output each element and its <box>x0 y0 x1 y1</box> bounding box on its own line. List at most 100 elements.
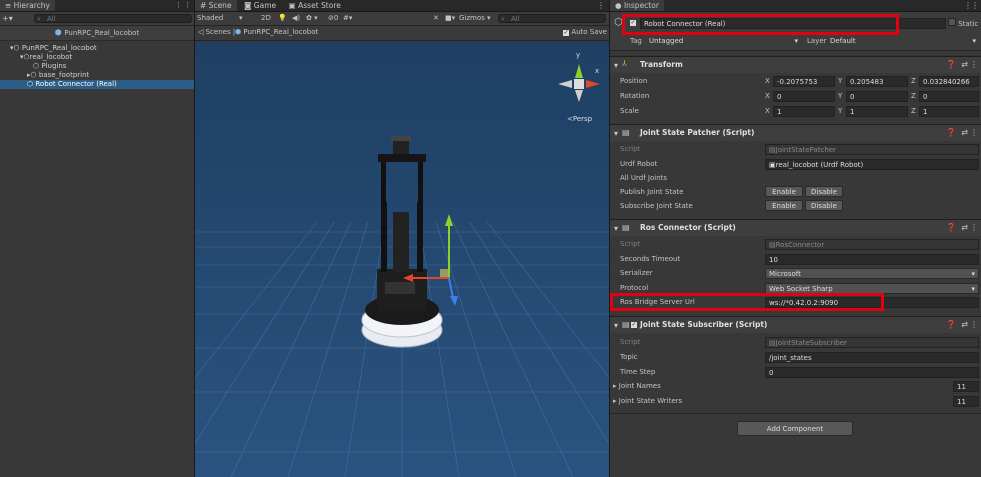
publish-disable-button[interactable]: Disable <box>805 186 843 197</box>
help-icon[interactable]: ❓ <box>946 223 956 232</box>
2d-toggle[interactable]: 2D <box>261 13 271 24</box>
jsp-script-label: Script <box>620 145 641 153</box>
tab-inspector[interactable]: ● Inspector <box>610 0 664 11</box>
tag-dropdown[interactable]: Untagged ▾ <box>646 36 801 47</box>
pos-y-axis: Y <box>838 77 843 85</box>
rotation-y-field[interactable]: 0 <box>846 91 908 102</box>
hidden-objects-icon[interactable]: ⊘0 <box>328 13 338 24</box>
scale-z-field[interactable]: 1 <box>919 106 979 117</box>
hierarchy-toolbar: +▾ ⌕ All <box>0 12 194 26</box>
breadcrumb-current-scene[interactable]: ⬢ PunRPC_Real_locobot <box>235 27 318 38</box>
joint-names-foldout[interactable]: ▸ Joint Names <box>613 381 661 392</box>
expand-arrow-icon[interactable]: ▾ <box>614 321 618 330</box>
add-component-button[interactable]: Add Component <box>737 421 853 436</box>
effects-icon[interactable]: ✿ ▾ <box>306 13 318 24</box>
ros-title: Ros Connector (Script) <box>640 223 736 232</box>
more-icon[interactable]: ⋮ <box>970 320 978 329</box>
help-icon[interactable]: ❓ <box>946 60 956 69</box>
subscribe-disable-button[interactable]: Disable <box>805 200 843 211</box>
audio-icon[interactable]: ◀) <box>292 13 300 24</box>
gizmo-axis-y-label: y <box>576 51 581 59</box>
tree-item-real-locobot[interactable]: ▾⬡real_locobot <box>0 53 194 62</box>
hierarchy-scene-header[interactable]: ⬢ PunRPC_Real_locobot <box>0 26 194 41</box>
settings-icon[interactable]: ⇄ <box>961 60 968 69</box>
script-icon: ▤ <box>622 128 630 137</box>
scene-search-input[interactable]: ⌕ All <box>498 14 606 23</box>
rot-x-axis: X <box>765 92 770 100</box>
static-checkbox[interactable]: Static ▾ <box>948 18 981 30</box>
subscribe-label: Subscribe Joint State <box>620 202 693 210</box>
transform-icon: ⅄ <box>622 59 627 68</box>
lock-icon[interactable]: ⋮ <box>175 0 182 11</box>
position-label: Position <box>620 77 648 85</box>
more-icon[interactable]: ⋮ <box>970 223 978 232</box>
camera-icon[interactable]: ■▾ <box>445 13 455 24</box>
scale-z-axis: Z <box>911 107 916 115</box>
position-x-field[interactable]: -0.2075753 <box>773 76 835 87</box>
serializer-label: Serializer <box>620 269 653 277</box>
transform-header[interactable]: ▾ ⅄ Transform ❓ ⇄ ⋮ <box>610 56 981 73</box>
publish-enable-button[interactable]: Enable <box>765 186 803 197</box>
menu-icon[interactable]: ⋮ <box>971 0 979 11</box>
tree-item-plugins[interactable]: ⬡ Plugins <box>0 62 194 71</box>
writers-count-field[interactable]: 11 <box>953 396 979 407</box>
enabled-checkbox[interactable]: ✓ <box>631 322 637 328</box>
help-icon[interactable]: ❓ <box>946 128 956 137</box>
timestep-field[interactable]: 0 <box>765 367 979 378</box>
ros-connector-header[interactable]: ▾ ▤ Ros Connector (Script) ❓ ⇄ ⋮ <box>610 219 981 236</box>
joint-names-count-field[interactable]: 11 <box>953 381 979 392</box>
position-y-field[interactable]: 0.205483 <box>846 76 908 87</box>
more-icon[interactable]: ⋮ <box>970 128 978 137</box>
settings-icon[interactable]: ⇄ <box>961 320 968 329</box>
script-icon: ▤ <box>769 241 776 249</box>
tree-item-base-footprint[interactable]: ▸⬡ base_footprint <box>0 71 194 80</box>
more-icon[interactable]: ⋮ <box>970 60 978 69</box>
unity-scene-icon: ⬢ <box>235 28 242 36</box>
gizmos-dropdown[interactable]: Gizmos ▾ <box>459 13 491 24</box>
menu-icon[interactable]: ⋮ <box>184 0 191 11</box>
expand-arrow-icon[interactable]: ▾ <box>614 129 618 138</box>
serializer-dropdown[interactable]: Microsoft ▾ <box>765 268 979 279</box>
persp-label[interactable]: <Persp <box>567 114 592 125</box>
grid-toggle-icon[interactable]: #▾ <box>343 13 352 24</box>
tab-asset-store[interactable]: ▣ Asset Store <box>284 0 346 11</box>
joint-state-subscriber-header[interactable]: ▾ ▤ ✓ Joint State Subscriber (Script) ❓ … <box>610 316 981 333</box>
writers-foldout[interactable]: ▸ Joint State Writers <box>613 396 682 407</box>
tree-item-scene[interactable]: ▾⬡ PunRPC_Real_locobot <box>0 44 194 53</box>
scale-y-field[interactable]: 1 <box>846 106 908 117</box>
tree-item-robot-connector[interactable]: ⬡ Robot Connector (Real) <box>0 80 194 89</box>
help-icon[interactable]: ❓ <box>946 320 956 329</box>
subscribe-enable-button[interactable]: Enable <box>765 200 803 211</box>
topic-field[interactable]: /joint_states <box>765 352 979 363</box>
ros-script-label: Script <box>620 240 641 248</box>
add-button[interactable]: +▾ <box>2 13 13 24</box>
tab-game[interactable]: ◙ Game <box>239 0 281 11</box>
lighting-icon[interactable]: 💡 <box>278 13 287 24</box>
position-z-field[interactable]: 0.032840266 <box>919 76 979 87</box>
shading-mode-dropdown[interactable]: Shaded ▾ <box>197 13 242 24</box>
rotation-z-field[interactable]: 0 <box>919 91 979 102</box>
settings-icon[interactable]: ⇄ <box>961 223 968 232</box>
urdf-robot-field[interactable]: ▣real_locobot (Urdf Robot) <box>765 159 979 170</box>
settings-icon[interactable]: ⇄ <box>961 128 968 137</box>
tools-icon[interactable]: ✕ <box>433 13 439 24</box>
scene-view-svg <box>195 42 609 477</box>
hierarchy-search-input[interactable]: ⌕ All <box>34 14 192 23</box>
tab-scene[interactable]: # Scene <box>195 0 237 11</box>
all-urdf-joints-label: All Urdf Joints <box>620 174 668 182</box>
expand-arrow-icon[interactable]: ▾ <box>614 61 618 70</box>
menu-icon[interactable]: ⋮ <box>597 0 605 11</box>
timeout-field[interactable]: 10 <box>765 254 979 265</box>
breadcrumb-scenes[interactable]: ◁ Scenes | <box>198 27 235 38</box>
tag-label: Tag <box>630 37 642 45</box>
info-icon: ● <box>615 1 622 10</box>
grid-icon: # <box>200 1 207 10</box>
auto-save-toggle[interactable]: ✓ Auto Save <box>563 27 607 38</box>
expand-arrow-icon[interactable]: ▾ <box>614 224 618 233</box>
scene-viewport[interactable]: y x <Persp <box>195 42 609 477</box>
tab-hierarchy[interactable]: ≡ Hierarchy <box>0 0 55 11</box>
joint-state-patcher-header[interactable]: ▾ ▤ Joint State Patcher (Script) ❓ ⇄ ⋮ <box>610 124 981 141</box>
layer-dropdown[interactable]: Default ▾ <box>827 36 979 47</box>
scale-x-field[interactable]: 1 <box>773 106 835 117</box>
rotation-x-field[interactable]: 0 <box>773 91 835 102</box>
